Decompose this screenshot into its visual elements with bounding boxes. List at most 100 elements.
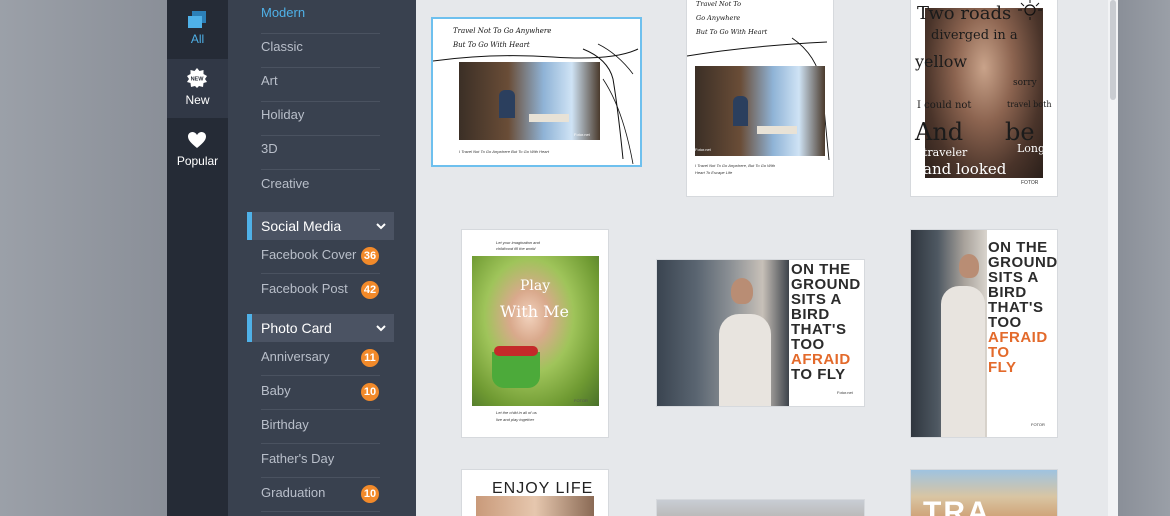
count-badge: 11 <box>361 349 379 367</box>
stack-line: BIRD <box>988 284 1027 301</box>
count-badge: 36 <box>361 247 379 265</box>
category-birthday[interactable]: Birthday <box>261 410 380 444</box>
svg-text:NEW: NEW <box>191 77 205 83</box>
poem-line: and looked <box>923 160 1007 178</box>
category-rail: All NEW New Popular <box>167 0 228 516</box>
category-fathers-day[interactable]: Father's Day <box>261 444 380 478</box>
category-classic[interactable]: Classic <box>261 34 380 68</box>
sun-doodle-icon <box>1018 0 1042 20</box>
chevron-down-icon <box>376 223 386 230</box>
template-brand: FOTOR <box>1031 422 1045 427</box>
template-overlay-title: Play <box>520 278 551 294</box>
stack-line: AFRAID <box>791 351 851 368</box>
chevron-down-icon <box>376 325 386 332</box>
rail-label-popular: Popular <box>176 154 219 168</box>
category-creative[interactable]: Creative <box>261 171 380 205</box>
template-photo <box>459 62 600 140</box>
poem-line: sorry <box>1013 78 1037 88</box>
rail-label-all: All <box>190 32 205 46</box>
template-brand: Fotor.net <box>574 132 590 137</box>
template-photo <box>657 500 864 516</box>
poem-line: Two roads <box>917 3 1012 24</box>
template-caption: I Travel Not To Go Anywhere, But To Go W… <box>695 163 776 168</box>
template-photo <box>695 66 825 156</box>
poem-line: travel both <box>1007 100 1052 109</box>
rail-item-new[interactable]: NEW New <box>167 59 228 118</box>
layers-icon <box>188 11 206 28</box>
template-card[interactable]: TRA <box>911 470 1057 516</box>
template-card[interactable]: ON THE GROUND SITS A BIRD THAT'S TOO AFR… <box>657 260 864 406</box>
poem-line: diverged in a <box>931 28 1018 43</box>
rail-label-new: New <box>185 93 210 107</box>
category-anniversary[interactable]: Anniversary 11 <box>261 342 380 376</box>
stack-line: SITS A <box>791 291 842 308</box>
category-baby[interactable]: Baby 10 <box>261 376 380 410</box>
template-brand: Fotor.net <box>695 147 711 152</box>
template-caption: I Travel Not To Go Anywhere But To Go Wi… <box>459 149 549 154</box>
template-card[interactable]: Let your imagination and childhood fill … <box>462 230 608 437</box>
category-label: Facebook Cover <box>261 247 357 262</box>
stack-line: TO <box>988 344 1010 361</box>
poem-line: Long <box>1017 142 1046 155</box>
section-title-social-media: Social Media <box>261 218 342 234</box>
stack-line: TOO <box>988 314 1022 331</box>
poem-line: traveler <box>923 146 968 159</box>
template-photo <box>476 496 594 516</box>
category-label: Baby <box>261 383 291 398</box>
template-card[interactable]: Travel Not To Go Anywhere But To Go With… <box>687 0 833 196</box>
desktop-background-right <box>1118 0 1170 516</box>
stack-line: TO FLY <box>791 366 846 383</box>
count-badge: 42 <box>361 281 379 299</box>
template-gallery: Travel Not To Go Anywhere But To Go With… <box>416 0 1108 516</box>
poem-line: And <box>915 118 964 146</box>
template-top-line: Let your imagination and <box>496 240 540 245</box>
heart-icon <box>188 132 206 148</box>
rail-item-all[interactable]: All <box>167 0 228 59</box>
stack-line: THAT'S <box>988 299 1044 316</box>
template-card[interactable]: ENJOY LIFE <box>462 470 608 516</box>
template-overlay-title: With Me <box>500 302 569 321</box>
template-title: TRA <box>923 496 991 516</box>
stack-line: ON THE <box>791 261 851 278</box>
stack-line: BIRD <box>791 306 830 323</box>
template-photo <box>657 260 789 406</box>
stack-line: GROUND <box>988 254 1057 271</box>
category-label: Father's Day <box>261 451 335 466</box>
template-caption: Heart To Escape Life <box>695 170 733 175</box>
template-top-line: childhood fill the world <box>496 246 536 251</box>
desktop-background-left <box>0 0 167 516</box>
category-holiday[interactable]: Holiday <box>261 102 380 136</box>
template-title-line: Go Anywhere <box>696 14 741 22</box>
section-social-media[interactable]: Social Media <box>247 212 394 240</box>
poem-line: yellow <box>915 52 968 71</box>
template-card[interactable]: ON THE GROUND SITS A BIRD THAT'S TOO AFR… <box>911 230 1057 437</box>
template-card[interactable] <box>657 500 864 516</box>
category-art[interactable]: Art <box>261 68 380 102</box>
category-facebook-post[interactable]: Facebook Post 42 <box>261 274 380 308</box>
section-title-photo-card: Photo Card <box>261 320 332 336</box>
template-brand: Fotor.net <box>837 390 853 395</box>
stack-line: GROUND <box>791 276 861 293</box>
stack-line: AFRAID <box>988 329 1048 346</box>
category-graduation[interactable]: Graduation 10 <box>261 478 380 512</box>
template-photo <box>911 230 987 437</box>
poem-line: I could not <box>917 100 972 111</box>
template-title-line: Travel Not To <box>696 0 742 8</box>
template-card[interactable]: Travel Not To Go Anywhere But To Go With… <box>433 19 640 165</box>
stack-line: TOO <box>791 336 825 353</box>
template-card[interactable]: Two roads diverged in a yellow sorry I c… <box>911 0 1057 196</box>
stack-line: THAT'S <box>791 321 847 338</box>
template-brand: FOTOR <box>1021 180 1039 186</box>
category-modern[interactable]: Modern <box>261 0 380 34</box>
category-facebook-cover[interactable]: Facebook Cover 36 <box>261 240 380 274</box>
count-badge: 10 <box>361 485 379 503</box>
stack-line: ON THE <box>988 239 1048 256</box>
category-3d[interactable]: 3D <box>261 136 380 170</box>
gallery-scrollbar-thumb[interactable] <box>1110 0 1116 100</box>
stack-line: SITS A <box>988 269 1039 286</box>
template-title-line: Travel Not To Go Anywhere <box>453 27 552 35</box>
rail-item-popular[interactable]: Popular <box>167 118 228 177</box>
stack-line: FLY <box>988 359 1017 376</box>
section-photo-card[interactable]: Photo Card <box>247 314 394 342</box>
category-label: Anniversary <box>261 349 330 364</box>
